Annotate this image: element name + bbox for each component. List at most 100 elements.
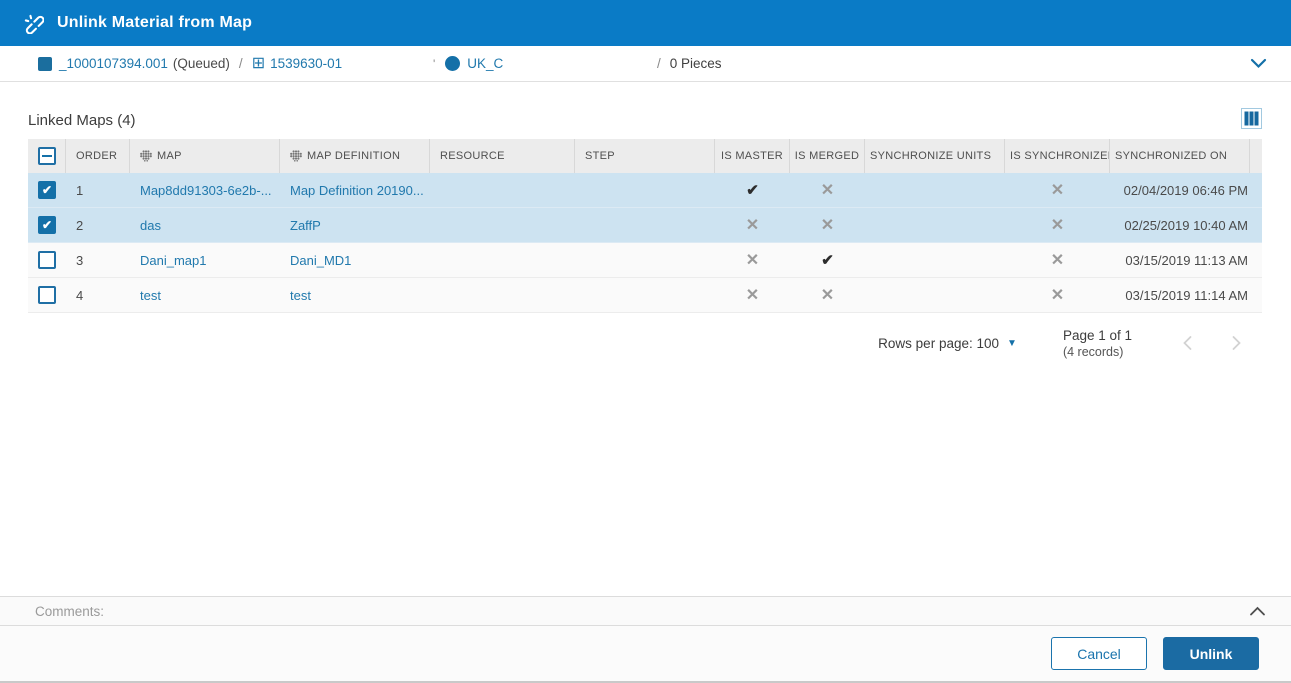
cell-is-merged: ✕: [790, 173, 865, 207]
empty-area: [0, 373, 1291, 596]
column-header-synchronize-units[interactable]: SYNCHRONIZE UNITS: [865, 139, 1005, 173]
map-definition-link[interactable]: Map Definition 20190...: [290, 183, 424, 198]
map-link[interactable]: das: [140, 218, 161, 233]
cell-resource: [430, 208, 575, 242]
cell-is-synchronized: ✕: [1005, 278, 1110, 312]
check-icon: ✔: [821, 252, 834, 269]
row-checkbox[interactable]: ✔: [28, 173, 66, 207]
resource-link[interactable]: UK_C: [467, 56, 503, 71]
cell-synchronized-on: 03/15/2019 11:13 AM: [1125, 252, 1248, 268]
pieces-label: 0 Pieces: [669, 56, 722, 71]
breadcrumb: _1000107394.001 (Queued) / ⊞ 1539630-01 …: [0, 46, 1291, 82]
cell-is-master: ✕: [715, 278, 790, 312]
cell-is-master: ✔: [715, 173, 790, 207]
dialog-titlebar: Unlink Material from Map: [0, 0, 1291, 46]
map-link[interactable]: 1539630-01: [270, 56, 342, 71]
column-header-step[interactable]: STEP: [575, 139, 715, 173]
page-info: Page 1 of 1 (4 records): [1063, 328, 1132, 359]
map-link[interactable]: Map8dd91303-6e2b-...: [140, 183, 272, 198]
chevron-up-icon[interactable]: [1246, 603, 1269, 620]
cell-trailing: [1250, 278, 1270, 312]
wafer-map-icon: [140, 150, 152, 162]
next-page-icon[interactable]: [1229, 333, 1244, 353]
cell-synchronized-on: 02/25/2019 10:40 AM: [1124, 217, 1248, 233]
x-icon: ✕: [745, 287, 760, 304]
cell-map: test: [130, 278, 280, 312]
comments-label: Comments:: [35, 603, 105, 619]
chevron-down-icon[interactable]: [1246, 54, 1271, 73]
unlink-button[interactable]: Unlink: [1163, 637, 1259, 670]
x-icon: ✕: [1050, 182, 1065, 199]
material-icon: [38, 56, 52, 71]
x-icon: ✕: [1050, 252, 1065, 269]
cell-resource: [430, 278, 575, 312]
page-title: Unlink Material from Map: [57, 14, 253, 31]
rows-per-page-dropdown[interactable]: Rows per page: 100 ▼: [878, 336, 1017, 351]
dropdown-arrow-icon: ▼: [1007, 337, 1017, 349]
column-header-is-master[interactable]: IS MASTER: [715, 139, 790, 173]
column-header-is-merged[interactable]: IS MERGED: [790, 139, 865, 173]
x-icon: ✕: [820, 287, 835, 304]
select-all-checkbox[interactable]: [28, 139, 66, 173]
table-row[interactable]: ✔ 2 das ZaffP ✕ ✕ ✕ 02/25/2019 10:40 AM: [28, 208, 1262, 243]
cell-map: Map8dd91303-6e2b-...: [130, 173, 280, 207]
material-status: (Queued): [172, 56, 230, 71]
row-checkbox[interactable]: [28, 243, 66, 277]
cell-trailing: [1250, 243, 1270, 277]
column-header-trailing: [1250, 139, 1270, 173]
cell-synchronized-on: 03/15/2019 11:14 AM: [1125, 287, 1248, 303]
table-body: ✔ 1 Map8dd91303-6e2b-... Map Definition 201…: [28, 173, 1262, 313]
map-link[interactable]: Dani_map1: [140, 253, 207, 268]
map-definition-link[interactable]: Dani_MD1: [290, 253, 351, 268]
column-header-synchronized-on[interactable]: SYNCHRONIZED ON: [1110, 139, 1250, 173]
table-row[interactable]: 4 test test ✕ ✕ ✕ 03/15/2019 11:14 AM: [28, 278, 1262, 313]
check-icon: ✔: [746, 182, 759, 199]
cell-is-synchronized: ✕: [1005, 208, 1110, 242]
x-icon: ✕: [820, 217, 835, 234]
cell-map-definition: ZaffP: [280, 208, 430, 242]
column-header-map-definition[interactable]: MAP DEFINITION: [280, 139, 430, 173]
cell-map: Dani_map1: [130, 243, 280, 277]
cell-order: 1: [76, 182, 84, 198]
breadcrumb-separator: /: [238, 56, 243, 71]
row-checkbox[interactable]: [28, 278, 66, 312]
map-link[interactable]: test: [140, 288, 161, 303]
map-definition-link[interactable]: ZaffP: [290, 218, 321, 233]
cell-synchronize-units: [865, 208, 1005, 242]
column-header-map[interactable]: MAP: [130, 139, 280, 173]
unlink-icon: [22, 12, 44, 34]
cell-is-master: ✕: [715, 243, 790, 277]
comments-section[interactable]: Comments:: [0, 596, 1291, 626]
pagination-bar: Rows per page: 100 ▼ Page 1 of 1 (4 reco…: [0, 313, 1291, 373]
column-options-icon[interactable]: [1241, 108, 1262, 129]
pieces-separator: /: [657, 56, 661, 71]
map-definition-link[interactable]: test: [290, 288, 311, 303]
cell-map: das: [130, 208, 280, 242]
cell-order: 2: [76, 217, 84, 233]
material-link[interactable]: _1000107394.001: [59, 56, 168, 71]
records-label: (4 records): [1062, 344, 1124, 359]
column-header-order[interactable]: ORDER: [66, 139, 130, 173]
cell-synchronize-units: [865, 278, 1005, 312]
table-row[interactable]: 3 Dani_map1 Dani_MD1 ✕ ✔ ✕ 03/15/2019 11:13 AM: [28, 243, 1262, 278]
column-header-is-synchronized[interactable]: IS SYNCHRONIZED: [1005, 139, 1110, 173]
row-checkbox[interactable]: ✔: [28, 208, 66, 242]
cell-step: [575, 278, 715, 312]
wafer-map-icon: [290, 150, 302, 162]
unlink-material-dialog: Unlink Material from Map _1000107394.001…: [0, 0, 1291, 683]
x-icon: ✕: [1050, 217, 1065, 234]
cell-order: 4: [76, 287, 84, 303]
rows-per-page-value: 100: [976, 335, 1000, 351]
x-icon: ✕: [745, 217, 760, 234]
x-icon: ✕: [1050, 287, 1065, 304]
cell-is-synchronized: ✕: [1005, 173, 1110, 207]
cell-step: [575, 208, 715, 242]
column-header-resource[interactable]: RESOURCE: [430, 139, 575, 173]
cell-synchronize-units: [865, 243, 1005, 277]
dialog-footer: Cancel Unlink: [0, 626, 1291, 681]
page-label: Page 1 of 1: [1062, 327, 1132, 343]
cancel-button[interactable]: Cancel: [1051, 637, 1147, 670]
previous-page-icon[interactable]: [1180, 333, 1195, 353]
table-row[interactable]: ✔ 1 Map8dd91303-6e2b-... Map Definition 201…: [28, 173, 1262, 208]
cell-trailing: [1250, 208, 1270, 242]
